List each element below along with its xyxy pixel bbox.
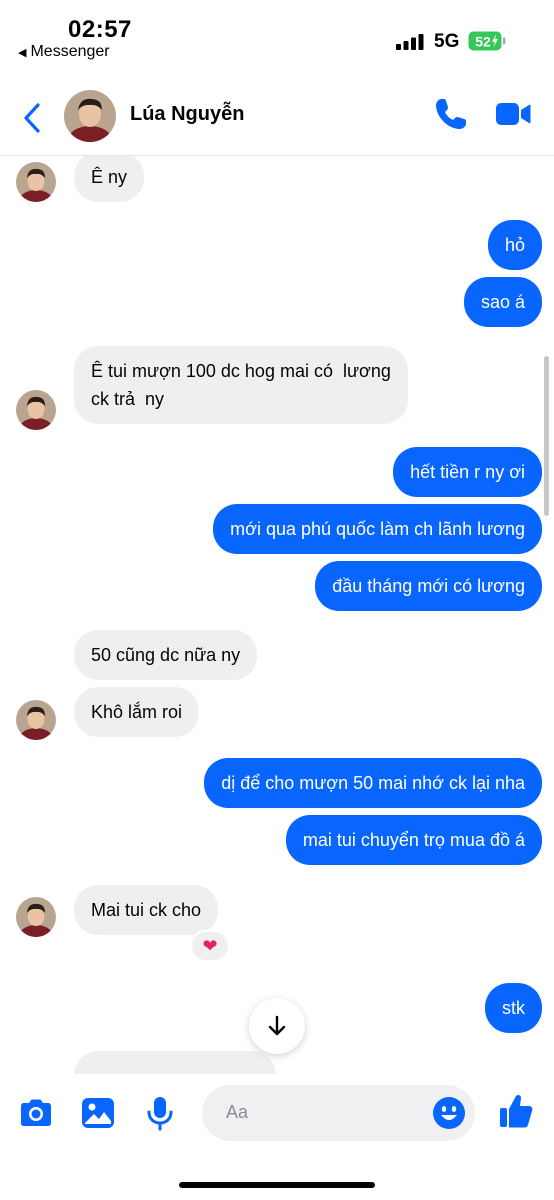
incoming-message[interactable]: Ê tui mượn 100 dc hog mai có lương ck tr… [74, 346, 408, 424]
incoming-message[interactable]: Khô lắm roi [74, 687, 200, 737]
outgoing-message[interactable]: dị để cho mượn 50 mai nhớ ck lại nha [204, 758, 542, 808]
status-bar: 02:57 ◀ Messenger 5G 52 [0, 0, 554, 70]
avatar[interactable] [16, 390, 56, 430]
status-time: 02:57 [68, 16, 132, 43]
photo-icon[interactable] [79, 1094, 117, 1132]
incoming-message[interactable]: 50 cũng dc nữa ny [74, 630, 258, 680]
contact-name[interactable]: Lúa Nguyễn [130, 103, 244, 126]
outgoing-message[interactable]: hỏ [487, 220, 542, 270]
message-input-placeholder: Aa [226, 1102, 249, 1122]
incoming-message[interactable]: Mai tui ck cho [74, 885, 219, 935]
outgoing-message[interactable]: sao á [463, 277, 542, 327]
contact-avatar[interactable] [64, 90, 116, 142]
incoming-message[interactable]: Ê ny [74, 156, 145, 202]
incoming-message-partial[interactable] [74, 1051, 276, 1074]
composer: Aa [0, 1074, 554, 1200]
message-input[interactable]: Aa [202, 1085, 475, 1141]
camera-icon[interactable] [17, 1094, 55, 1132]
battery-icon: 52 [468, 31, 506, 51]
signal-icon [396, 34, 424, 50]
arrow-down-icon [268, 1015, 286, 1036]
emoji-icon[interactable] [432, 1096, 466, 1130]
heart-reaction-icon[interactable]: ❤ [190, 930, 230, 962]
video-camera-icon[interactable] [495, 98, 531, 130]
thumbs-up-icon[interactable] [497, 1092, 535, 1130]
battery-level: 52 [475, 34, 491, 50]
back-to-app-link[interactable]: ◀ Messenger [18, 43, 110, 61]
phone-icon[interactable] [433, 96, 469, 132]
chat-header: Lúa Nguyễn [0, 70, 554, 156]
home-indicator [179, 1182, 375, 1188]
message-list[interactable]: Ê ny hỏ sao á Ê tui mượn 100 dc hog mai … [0, 156, 554, 1074]
outgoing-message[interactable]: đầu tháng mới có lương [315, 561, 542, 611]
avatar[interactable] [16, 162, 56, 202]
avatar[interactable] [16, 700, 56, 740]
scrollbar[interactable] [544, 356, 549, 516]
outgoing-message[interactable]: stk [484, 983, 542, 1033]
chevron-left-icon[interactable] [22, 102, 42, 134]
message-line: Ê tui mượn 100 dc hog mai có lương [91, 361, 391, 381]
microphone-icon[interactable] [141, 1094, 179, 1132]
back-app-label: Messenger [30, 43, 110, 60]
outgoing-message[interactable]: mới qua phú quốc làm ch lãnh lương [213, 504, 542, 554]
network-type: 5G [434, 31, 460, 52]
outgoing-message[interactable]: hết tiền r ny ơi [393, 447, 542, 497]
outgoing-message[interactable]: mai tui chuyển trọ mua đồ á [285, 815, 542, 865]
scroll-to-bottom-button[interactable] [249, 998, 305, 1054]
avatar[interactable] [16, 897, 56, 937]
message-line: ck trả ny [91, 389, 165, 409]
back-triangle-icon: ◀ [18, 46, 27, 59]
